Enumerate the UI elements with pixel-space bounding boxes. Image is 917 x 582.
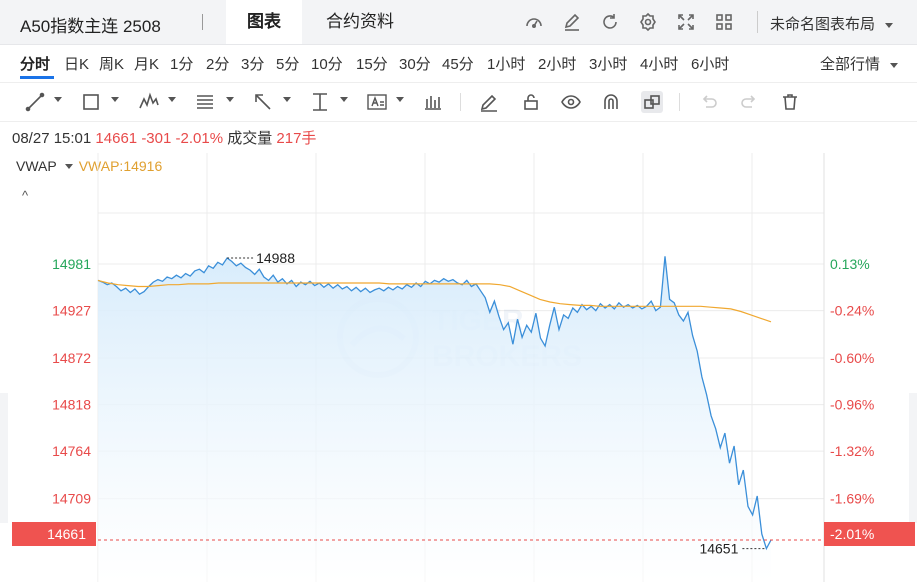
y-tick-right: -0.60% (830, 350, 874, 366)
y-tick-right: -1.69% (830, 491, 874, 507)
y-tick-left: 14927 (52, 303, 91, 319)
last-pct-tag-text: -2.01% (830, 526, 874, 542)
y-tick-left: 14709 (52, 491, 91, 507)
y-tick-left: 14872 (52, 350, 91, 366)
y-tick-left: 14764 (52, 443, 91, 459)
y-tick-left: 14981 (52, 256, 91, 272)
price-area (98, 256, 771, 582)
high-label: 14988 (256, 250, 295, 266)
y-tick-right: -0.24% (830, 303, 874, 319)
last-price-tag-left: 14661 (12, 522, 96, 546)
intraday-chart[interactable]: TIGER BROKERS 14988 14651 14981149271487… (0, 0, 917, 582)
y-tick-right: -0.96% (830, 397, 874, 413)
last-pct-tag-right: -2.01% (824, 522, 915, 546)
y-axis-left: 14981 14927 14872 14818 14764 14709 (52, 256, 91, 507)
y-tick-right: 0.13% (830, 256, 870, 272)
y-tick-right: -1.32% (830, 443, 874, 459)
y-axis-right: 0.13% -0.24% -0.60% -0.96% -1.32% -1.69% (830, 256, 874, 507)
y-tick-left: 14818 (52, 397, 91, 413)
last-price-tag-text: 14661 (47, 526, 86, 542)
low-label: 14651 (699, 541, 738, 557)
